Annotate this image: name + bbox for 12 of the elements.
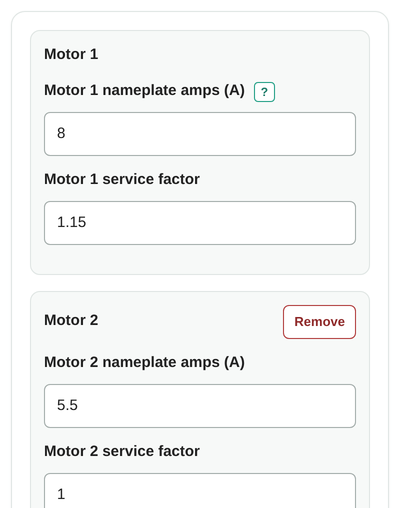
input-field[interactable]: 1.15: [44, 200, 356, 244]
motor-title: Motor 1: [44, 45, 98, 65]
field-label: Motor 1 service factor: [44, 170, 200, 190]
help-button[interactable]: ?: [254, 82, 275, 102]
input-field[interactable]: 8: [44, 112, 356, 156]
field-label: Motor 2 nameplate amps (A): [44, 353, 245, 374]
input-field[interactable]: 5.5: [44, 384, 356, 428]
field-label: Motor 2 service factor: [44, 442, 200, 462]
field-label: Motor 1 nameplate amps (A): [44, 81, 245, 102]
input-field[interactable]: 1: [44, 472, 356, 508]
motor-title: Motor 2: [44, 311, 98, 332]
remove-button[interactable]: Remove: [283, 304, 356, 338]
